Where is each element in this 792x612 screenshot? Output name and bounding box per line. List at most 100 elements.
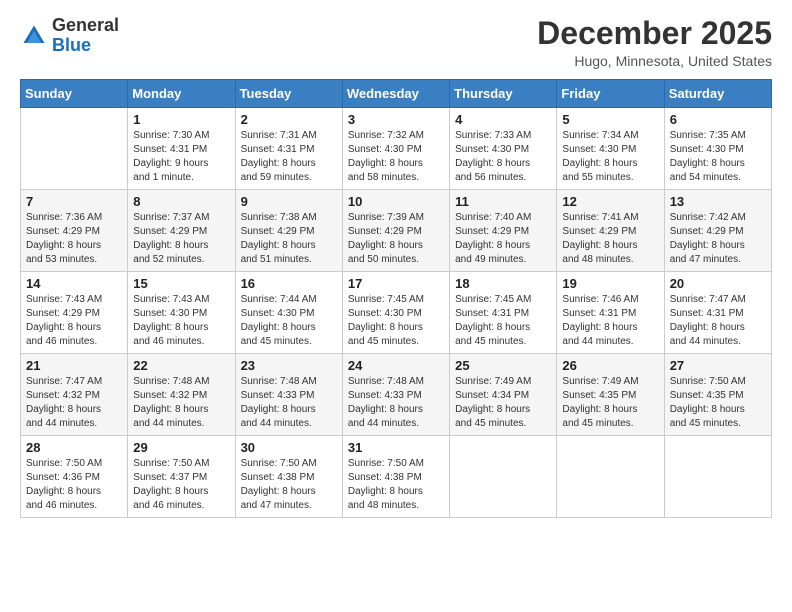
day-info: Sunrise: 7:50 AMSunset: 4:38 PMDaylight:… [241, 457, 337, 513]
day-info: Sunrise: 7:49 AMSunset: 4:34 PMDaylight:… [455, 375, 551, 431]
day-number: 29 [133, 440, 229, 455]
day-number: 25 [455, 358, 551, 373]
calendar-cell: 13 Sunrise: 7:42 AMSunset: 4:29 PMDayligh… [664, 190, 771, 272]
day-info: Sunrise: 7:40 AMSunset: 4:29 PMDaylight:… [455, 211, 551, 267]
day-info: Sunrise: 7:42 AMSunset: 4:29 PMDaylight:… [670, 211, 766, 267]
day-info: Sunrise: 7:50 AMSunset: 4:37 PMDaylight:… [133, 457, 229, 513]
logo-general: General [52, 15, 119, 35]
day-info: Sunrise: 7:50 AMSunset: 4:35 PMDaylight:… [670, 375, 766, 431]
calendar-cell: 22Sunrise: 7:48 AMSunset: 4:32 PMDayligh… [128, 354, 235, 436]
calendar-cell [664, 436, 771, 518]
calendar-cell [557, 436, 664, 518]
calendar-cell: 25 Sunrise: 7:49 AMSunset: 4:34 PMDayligh… [450, 354, 557, 436]
calendar-cell [21, 108, 128, 190]
day-info: Sunrise: 7:47 AMSunset: 4:31 PMDaylight:… [670, 293, 766, 349]
calendar-cell: 14 Sunrise: 7:43 AMSunset: 4:29 PMDayligh… [21, 272, 128, 354]
week-row-3: 14 Sunrise: 7:43 AMSunset: 4:29 PMDayligh… [21, 272, 772, 354]
day-info: Sunrise: 7:39 AMSunset: 4:29 PMDaylight:… [348, 211, 444, 267]
calendar-cell: 2Sunrise: 7:31 AMSunset: 4:31 PMDaylight… [235, 108, 342, 190]
calendar-header-friday: Friday [557, 80, 664, 108]
day-number: 12 [562, 194, 658, 209]
calendar-cell: 26 Sunrise: 7:49 AMSunset: 4:35 PMDayligh… [557, 354, 664, 436]
calendar-cell: 5 Sunrise: 7:34 AMSunset: 4:30 PMDaylight… [557, 108, 664, 190]
calendar-cell: 6 Sunrise: 7:35 AMSunset: 4:30 PMDaylight… [664, 108, 771, 190]
calendar-header-row: SundayMondayTuesdayWednesdayThursdayFrid… [21, 80, 772, 108]
day-number: 26 [562, 358, 658, 373]
day-number: 11 [455, 194, 551, 209]
day-info: Sunrise: 7:35 AMSunset: 4:30 PMDaylight:… [670, 129, 766, 185]
calendar-cell: 11 Sunrise: 7:40 AMSunset: 4:29 PMDayligh… [450, 190, 557, 272]
location: Hugo, Minnesota, United States [537, 53, 772, 69]
day-info: Sunrise: 7:50 AMSunset: 4:36 PMDaylight:… [26, 457, 122, 513]
day-number: 31 [348, 440, 444, 455]
day-info: Sunrise: 7:43 AMSunset: 4:30 PMDaylight:… [133, 293, 229, 349]
day-info: Sunrise: 7:48 AMSunset: 4:33 PMDaylight:… [348, 375, 444, 431]
calendar-cell: 17 Sunrise: 7:45 AMSunset: 4:30 PMDayligh… [342, 272, 449, 354]
day-number: 14 [26, 276, 122, 291]
calendar-cell: 15 Sunrise: 7:43 AMSunset: 4:30 PMDayligh… [128, 272, 235, 354]
calendar-cell: 3Sunrise: 7:32 AMSunset: 4:30 PMDaylight… [342, 108, 449, 190]
calendar-cell: 12 Sunrise: 7:41 AMSunset: 4:29 PMDayligh… [557, 190, 664, 272]
calendar-cell: 21 Sunrise: 7:47 AMSunset: 4:32 PMDayligh… [21, 354, 128, 436]
day-number: 5 [562, 112, 658, 127]
day-number: 19 [562, 276, 658, 291]
calendar-cell: 19 Sunrise: 7:46 AMSunset: 4:31 PMDayligh… [557, 272, 664, 354]
calendar-cell: 16 Sunrise: 7:44 AMSunset: 4:30 PMDayligh… [235, 272, 342, 354]
day-info: Sunrise: 7:48 AMSunset: 4:33 PMDaylight:… [241, 375, 337, 431]
calendar-header-thursday: Thursday [450, 80, 557, 108]
day-info: Sunrise: 7:36 AMSunset: 4:29 PMDaylight:… [26, 211, 122, 267]
calendar-cell: 29 Sunrise: 7:50 AMSunset: 4:37 PMDayligh… [128, 436, 235, 518]
calendar-header-wednesday: Wednesday [342, 80, 449, 108]
calendar-header-tuesday: Tuesday [235, 80, 342, 108]
day-number: 6 [670, 112, 766, 127]
day-number: 3 [348, 112, 444, 127]
day-number: 1 [133, 112, 229, 127]
day-info: Sunrise: 7:47 AMSunset: 4:32 PMDaylight:… [26, 375, 122, 431]
day-number: 24 [348, 358, 444, 373]
day-info: Sunrise: 7:38 AMSunset: 4:29 PMDaylight:… [241, 211, 337, 267]
day-number: 2 [241, 112, 337, 127]
day-number: 18 [455, 276, 551, 291]
day-info: Sunrise: 7:50 AMSunset: 4:38 PMDaylight:… [348, 457, 444, 513]
calendar-cell: 4 Sunrise: 7:33 AMSunset: 4:30 PMDaylight… [450, 108, 557, 190]
day-number: 23 [241, 358, 337, 373]
calendar-cell: 20Sunrise: 7:47 AMSunset: 4:31 PMDayligh… [664, 272, 771, 354]
page: General Blue December 2025 Hugo, Minneso… [0, 0, 792, 612]
day-info: Sunrise: 7:44 AMSunset: 4:30 PMDaylight:… [241, 293, 337, 349]
month-title: December 2025 [537, 16, 772, 51]
day-info: Sunrise: 7:43 AMSunset: 4:29 PMDaylight:… [26, 293, 122, 349]
calendar-cell: 10Sunrise: 7:39 AMSunset: 4:29 PMDayligh… [342, 190, 449, 272]
logo-blue: Blue [52, 35, 91, 55]
calendar-cell: 18Sunrise: 7:45 AMSunset: 4:31 PMDayligh… [450, 272, 557, 354]
calendar-cell [450, 436, 557, 518]
day-number: 13 [670, 194, 766, 209]
day-info: Sunrise: 7:33 AMSunset: 4:30 PMDaylight:… [455, 129, 551, 185]
day-info: Sunrise: 7:45 AMSunset: 4:30 PMDaylight:… [348, 293, 444, 349]
calendar-header-sunday: Sunday [21, 80, 128, 108]
calendar-cell: 31 Sunrise: 7:50 AMSunset: 4:38 PMDayligh… [342, 436, 449, 518]
calendar-cell: 7 Sunrise: 7:36 AMSunset: 4:29 PMDaylight… [21, 190, 128, 272]
day-number: 7 [26, 194, 122, 209]
day-info: Sunrise: 7:41 AMSunset: 4:29 PMDaylight:… [562, 211, 658, 267]
day-info: Sunrise: 7:37 AMSunset: 4:29 PMDaylight:… [133, 211, 229, 267]
day-info: Sunrise: 7:49 AMSunset: 4:35 PMDaylight:… [562, 375, 658, 431]
day-number: 8 [133, 194, 229, 209]
day-info: Sunrise: 7:46 AMSunset: 4:31 PMDaylight:… [562, 293, 658, 349]
week-row-5: 28Sunrise: 7:50 AMSunset: 4:36 PMDayligh… [21, 436, 772, 518]
day-number: 30 [241, 440, 337, 455]
day-number: 4 [455, 112, 551, 127]
day-info: Sunrise: 7:48 AMSunset: 4:32 PMDaylight:… [133, 375, 229, 431]
day-number: 9 [241, 194, 337, 209]
day-number: 17 [348, 276, 444, 291]
day-number: 15 [133, 276, 229, 291]
calendar-cell: 8 Sunrise: 7:37 AMSunset: 4:29 PMDaylight… [128, 190, 235, 272]
day-info: Sunrise: 7:30 AMSunset: 4:31 PMDaylight:… [133, 129, 229, 185]
title-block: December 2025 Hugo, Minnesota, United St… [537, 16, 772, 69]
day-info: Sunrise: 7:34 AMSunset: 4:30 PMDaylight:… [562, 129, 658, 185]
day-number: 16 [241, 276, 337, 291]
calendar-cell: 24 Sunrise: 7:48 AMSunset: 4:33 PMDayligh… [342, 354, 449, 436]
calendar-cell: 28Sunrise: 7:50 AMSunset: 4:36 PMDayligh… [21, 436, 128, 518]
day-number: 21 [26, 358, 122, 373]
calendar: SundayMondayTuesdayWednesdayThursdayFrid… [20, 79, 772, 518]
day-number: 27 [670, 358, 766, 373]
